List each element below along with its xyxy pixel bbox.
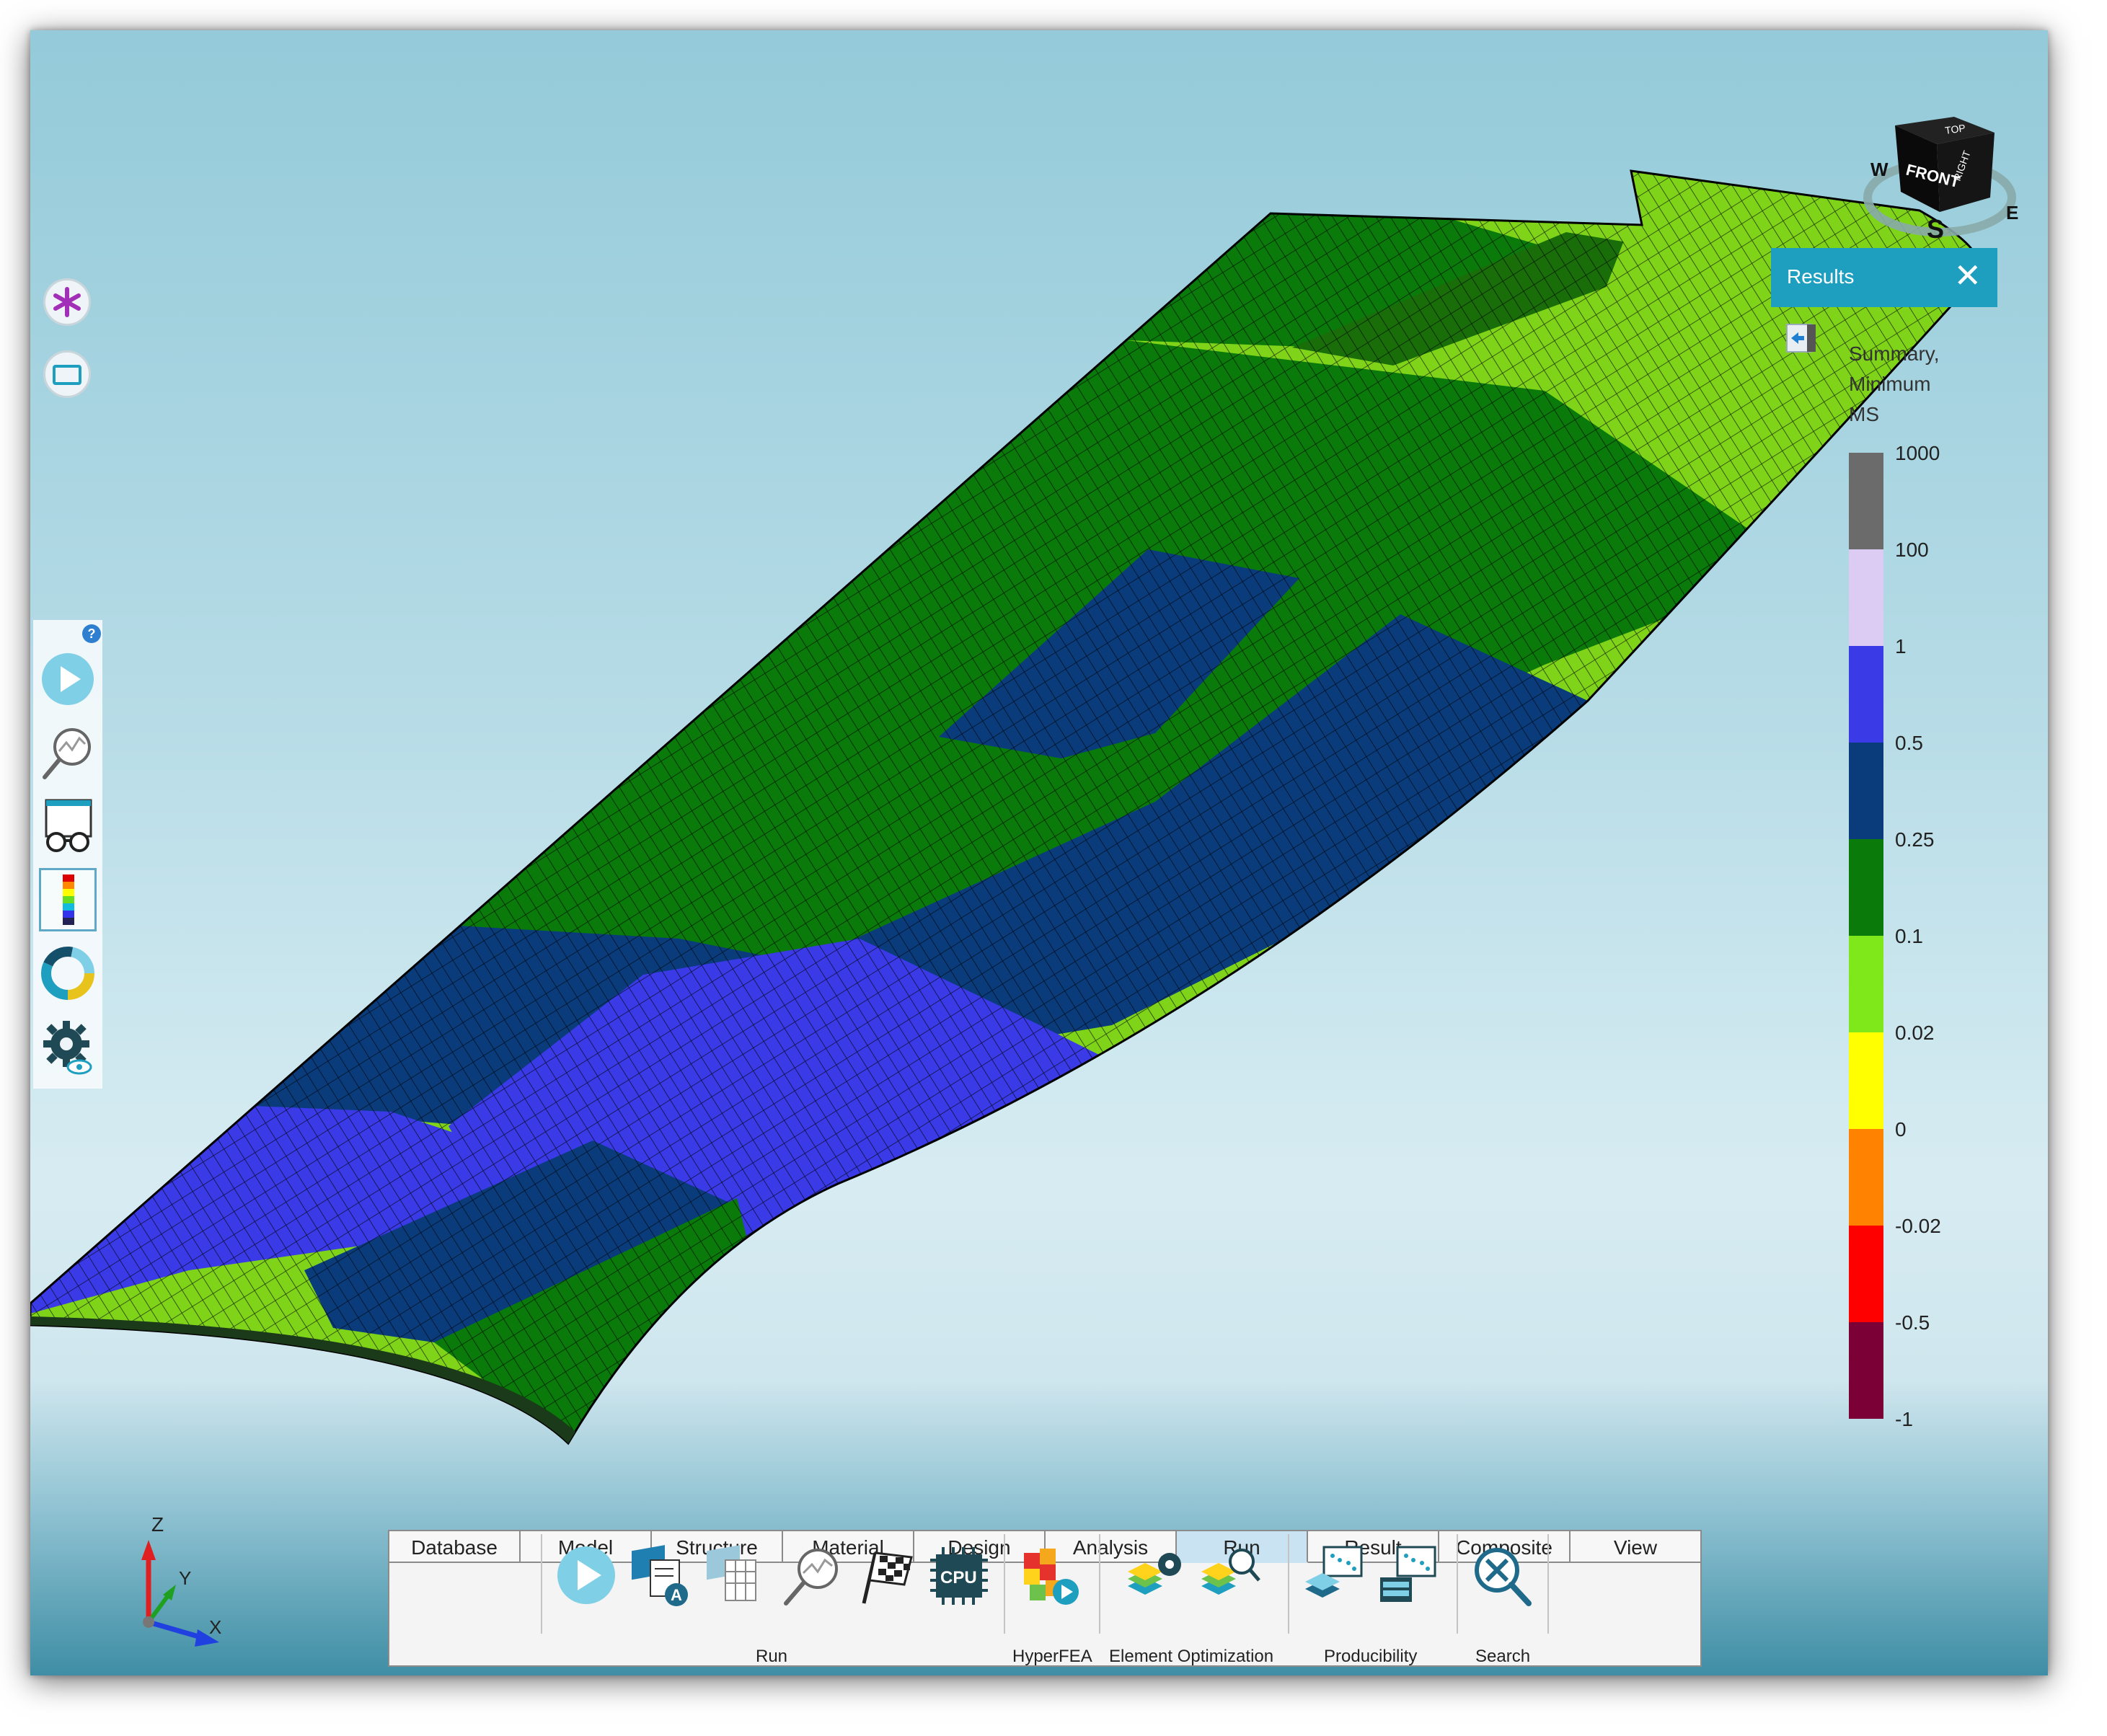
magnifier-chart-icon xyxy=(43,728,91,779)
legend-label: -1 xyxy=(1895,1408,1913,1430)
run-inspect-icon[interactable] xyxy=(779,1543,845,1609)
legend-color-segment xyxy=(1849,936,1883,1032)
run-analysis-tool[interactable] xyxy=(39,647,97,711)
legend-color-segment xyxy=(1849,1322,1883,1419)
application-window: TOP FRONT RIGHT S W E ? Results ✕ Summar… xyxy=(30,30,2048,1675)
view-cube[interactable]: TOP FRONT RIGHT S W E xyxy=(1863,117,2018,244)
legend-label: 100 xyxy=(1895,539,1929,561)
play-icon xyxy=(42,653,94,705)
checkered-flag-icon[interactable] xyxy=(854,1543,920,1609)
legend-label: 0.25 xyxy=(1895,828,1935,851)
cpu-label: CPU xyxy=(940,1568,977,1587)
inspect-tool[interactable] xyxy=(39,721,97,784)
legend-color-segment xyxy=(1849,1226,1883,1322)
settings-view-tool[interactable] xyxy=(39,1015,97,1079)
legend-color-segment xyxy=(1849,1032,1883,1129)
window-select-button[interactable] xyxy=(43,350,91,398)
compass-south: S xyxy=(1927,214,1944,244)
axis-z-label: Z xyxy=(151,1513,164,1536)
legend-color-segment xyxy=(1849,646,1883,743)
mesh-grid xyxy=(30,171,1981,1443)
axis-x-label: X xyxy=(209,1616,221,1638)
producibility-table-icon[interactable] xyxy=(1376,1543,1442,1609)
hyperfea-icon[interactable] xyxy=(1020,1543,1086,1609)
legend-title: Summary, Minimum MS xyxy=(1849,339,1971,430)
legend-label: 0.1 xyxy=(1895,925,1923,947)
run-table-icon[interactable] xyxy=(704,1543,770,1609)
special-select-button[interactable] xyxy=(43,278,91,326)
ribbon-separator xyxy=(541,1534,542,1634)
close-icon[interactable]: ✕ xyxy=(1953,257,1982,294)
legend-label: 1000 xyxy=(1895,442,1940,464)
axis-y-label: Y xyxy=(179,1567,191,1589)
model-viewport[interactable]: TOP FRONT RIGHT S W E xyxy=(30,30,2048,1675)
asterisk-icon xyxy=(53,287,81,317)
summary-chart-tool[interactable] xyxy=(39,942,97,1005)
legend-color-segment xyxy=(1849,839,1883,936)
legend-title-line: MS xyxy=(1849,403,1879,425)
gear-eye-icon xyxy=(43,1021,92,1075)
legend-label: 0 xyxy=(1895,1118,1907,1141)
contour-tool[interactable] xyxy=(39,868,97,931)
legend-color-segment xyxy=(1849,743,1883,839)
run-analysis-icon[interactable]: A xyxy=(629,1543,695,1609)
run-play-icon[interactable] xyxy=(554,1543,619,1608)
legend-color-segment xyxy=(1849,453,1883,549)
donut-chart-icon xyxy=(41,947,94,1000)
legend-label: -0.02 xyxy=(1895,1215,1941,1237)
group-label-producibility: Producibility xyxy=(1324,1647,1418,1666)
rectangle-icon xyxy=(53,365,81,385)
element-optimization-search-icon[interactable] xyxy=(1197,1543,1263,1609)
legend-label: 1 xyxy=(1895,635,1907,657)
help-icon[interactable]: ? xyxy=(82,624,101,643)
tab-database[interactable]: Database xyxy=(389,1531,521,1563)
cpu-icon[interactable]: CPU xyxy=(926,1543,992,1609)
search-icon[interactable] xyxy=(1468,1543,1534,1609)
group-label-search: Search xyxy=(1475,1647,1531,1666)
tab-view[interactable]: View xyxy=(1571,1531,1700,1563)
legend-color-segment xyxy=(1849,549,1883,646)
group-label-element-optimization: Element Optimization xyxy=(1109,1647,1274,1666)
wing-mesh[interactable] xyxy=(30,30,2048,1675)
svg-text:A: A xyxy=(671,1586,682,1604)
legend-title-line: Minimum xyxy=(1849,373,1931,395)
glasses-icon xyxy=(45,799,92,852)
legend-color-segment xyxy=(1849,1129,1883,1226)
legend-label: -0.5 xyxy=(1895,1311,1930,1334)
left-toolbar: ? xyxy=(33,620,102,1089)
results-panel-header: Results ✕ xyxy=(1771,248,1997,307)
legend-label: 0.02 xyxy=(1895,1022,1935,1044)
results-title: Results xyxy=(1787,265,1855,288)
producibility-layers-icon[interactable] xyxy=(1302,1543,1369,1609)
legend-color-bar xyxy=(1849,453,1883,1419)
ribbon-separator xyxy=(1457,1534,1458,1634)
compass-east: E xyxy=(2006,202,2018,223)
group-label-hyperfea: HyperFEA xyxy=(1012,1647,1092,1666)
ribbon-separator xyxy=(1004,1534,1005,1634)
review-tool[interactable] xyxy=(39,794,97,858)
dock-panel-icon[interactable] xyxy=(1785,322,1819,355)
legend-label: 0.5 xyxy=(1895,732,1923,754)
axes-triad: Z Y X xyxy=(141,1513,221,1647)
ribbon-separator xyxy=(1547,1534,1549,1634)
ribbon-separator xyxy=(1099,1534,1100,1634)
compass-west: W xyxy=(1870,159,1889,180)
element-optimization-gear-icon[interactable] xyxy=(1123,1543,1190,1609)
legend-title-line: Summary, xyxy=(1849,342,1940,365)
color-legend-icon xyxy=(63,874,74,925)
group-label-run: Run xyxy=(756,1647,788,1666)
ribbon-separator xyxy=(1288,1534,1289,1634)
